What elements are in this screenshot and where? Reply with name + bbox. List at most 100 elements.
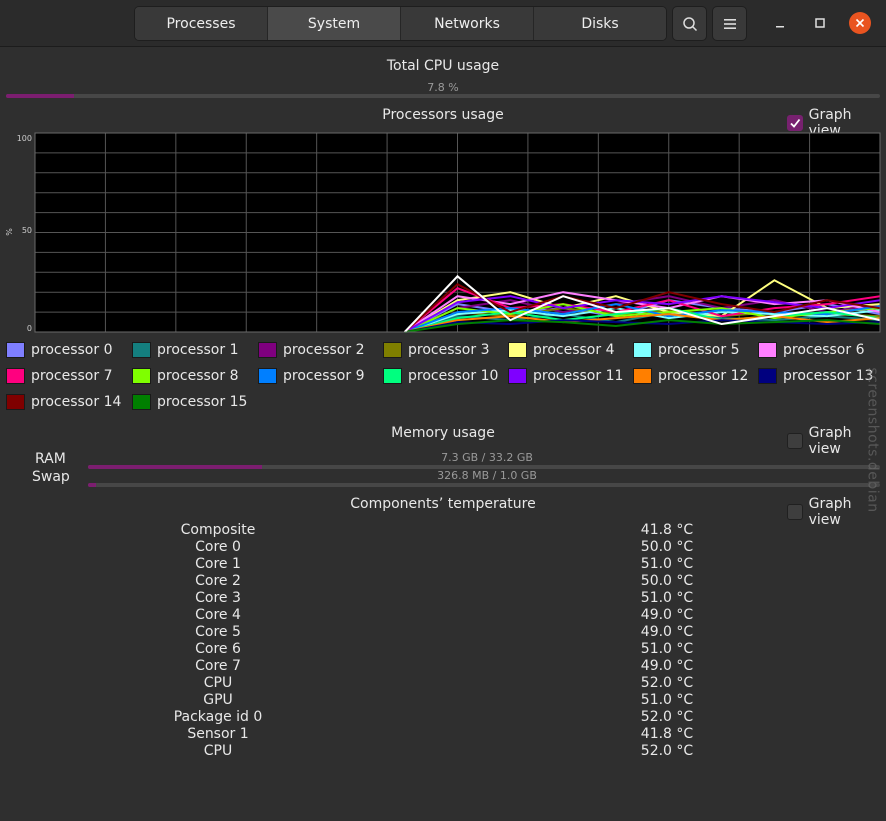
swap-label: Swap: [32, 469, 70, 485]
tab-processes[interactable]: Processes: [135, 7, 268, 40]
checkbox-unchecked-icon[interactable]: [787, 504, 803, 520]
y-tick-100: 100: [17, 134, 32, 143]
temperature-sensor-name: Core 2: [195, 573, 241, 589]
temperature-sensor-value: 51.0 °C: [640, 692, 694, 708]
legend-item: processor 5: [633, 340, 739, 360]
view-switcher: Processes System Networks Disks: [134, 6, 667, 41]
temperature-sensor-name: Core 3: [195, 590, 241, 606]
legend-swatch: [6, 342, 25, 358]
legend-swatch: [132, 394, 151, 410]
temperature-sensor-name: Sensor 1: [187, 726, 249, 742]
temperature-sensor-value: 51.0 °C: [640, 556, 694, 572]
hamburger-menu-icon: [723, 18, 736, 29]
legend-swatch: [758, 368, 777, 384]
y-axis-unit-label: %: [5, 228, 14, 236]
temperature-sensor-name: GPU: [203, 692, 233, 708]
temperature-sensor-value: 50.0 °C: [640, 539, 694, 555]
temperature-sensor-value: 41.8 °C: [640, 726, 694, 742]
temperature-sensor-value: 52.0 °C: [640, 743, 694, 759]
total-cpu-value: 7.8 %: [427, 81, 459, 94]
total-cpu-title: Total CPU usage: [386, 58, 500, 74]
temperature-title: Components’ temperature: [350, 496, 536, 512]
legend-swatch: [383, 342, 402, 358]
processors-usage-title: Processors usage: [382, 107, 504, 123]
legend-label: processor 14: [31, 394, 122, 410]
ram-label: RAM: [35, 451, 66, 467]
legend-label: processor 8: [157, 368, 239, 384]
search-icon: [682, 16, 697, 31]
legend-label: processor 1: [157, 342, 239, 358]
legend-swatch: [258, 342, 277, 358]
legend-item: processor 3: [383, 340, 489, 360]
temperature-sensor-value: 41.8 °C: [640, 522, 694, 538]
temperature-sensor-value: 49.0 °C: [640, 607, 694, 623]
legend-item: processor 7: [6, 366, 112, 386]
legend-swatch: [758, 342, 777, 358]
legend-label: processor 15: [157, 394, 248, 410]
processors-usage-chart: 100 50 0 %: [5, 132, 881, 333]
ram-value: 7.3 GB / 33.2 GB: [441, 451, 533, 464]
maximize-button[interactable]: [809, 12, 831, 34]
watermark: screenshots.debian: [864, 345, 882, 535]
header-bar: Processes System Networks Disks: [0, 0, 886, 47]
temperature-sensor-name: Core 5: [195, 624, 241, 640]
y-tick-50: 50: [22, 226, 32, 235]
temperature-sensor-name: Package id 0: [173, 709, 263, 725]
legend-swatch: [132, 342, 151, 358]
temperature-sensor-value: 52.0 °C: [640, 709, 694, 725]
checkbox-unchecked-icon[interactable]: [787, 433, 803, 449]
temperature-sensor-value: 52.0 °C: [640, 675, 694, 691]
legend-item: processor 2: [258, 340, 364, 360]
tab-networks[interactable]: Networks: [401, 7, 534, 40]
menu-button[interactable]: [712, 6, 747, 41]
swap-bar-fill: [88, 483, 96, 487]
maximize-icon: [815, 18, 825, 28]
legend-swatch: [508, 368, 527, 384]
tab-disks[interactable]: Disks: [534, 7, 666, 40]
legend-label: processor 0: [31, 342, 113, 358]
legend-item: processor 12: [633, 366, 748, 386]
legend-item: processor 13: [758, 366, 873, 386]
tab-system[interactable]: System: [268, 7, 401, 40]
temperature-sensor-value: 50.0 °C: [640, 573, 694, 589]
legend-label: processor 5: [658, 342, 740, 358]
legend-label: processor 10: [408, 368, 499, 384]
memory-usage-title: Memory usage: [391, 425, 495, 441]
legend-label: processor 3: [408, 342, 490, 358]
legend-item: processor 15: [132, 392, 247, 412]
watermark-text: screenshots.debian: [865, 367, 882, 513]
temperature-sensor-name: Core 6: [195, 641, 241, 657]
legend-item: processor 0: [6, 340, 112, 360]
legend-swatch: [132, 368, 151, 384]
legend-item: processor 9: [258, 366, 364, 386]
temperature-sensor-name: Core 4: [195, 607, 241, 623]
temperature-sensor-name: Core 7: [195, 658, 241, 674]
temperature-sensor-name: Core 1: [195, 556, 241, 572]
legend-item: processor 11: [508, 366, 623, 386]
legend-item: processor 4: [508, 340, 614, 360]
swap-bar: [88, 483, 880, 487]
legend-label: processor 13: [783, 368, 874, 384]
minimize-icon: [776, 26, 784, 28]
legend-item: processor 8: [132, 366, 238, 386]
legend-item: processor 10: [383, 366, 498, 386]
legend-item: processor 1: [132, 340, 238, 360]
temperature-sensor-name: CPU: [203, 743, 233, 759]
close-icon: [855, 18, 865, 28]
search-button[interactable]: [672, 6, 707, 41]
legend-swatch: [633, 342, 652, 358]
legend-item: processor 14: [6, 392, 121, 412]
temperature-sensor-value: 51.0 °C: [640, 590, 694, 606]
temperature-sensor-name: Core 0: [195, 539, 241, 555]
minimize-button[interactable]: [769, 12, 791, 34]
legend-label: processor 12: [658, 368, 749, 384]
temperature-sensor-name: Composite: [180, 522, 256, 538]
legend-label: processor 11: [533, 368, 624, 384]
total-cpu-bar-fill: [6, 94, 75, 98]
legend-label: processor 2: [283, 342, 365, 358]
temperature-sensor-value: 49.0 °C: [640, 658, 694, 674]
temperature-sensor-name: CPU: [203, 675, 233, 691]
legend-label: processor 6: [783, 342, 865, 358]
close-button[interactable]: [849, 12, 871, 34]
legend-swatch: [6, 368, 25, 384]
